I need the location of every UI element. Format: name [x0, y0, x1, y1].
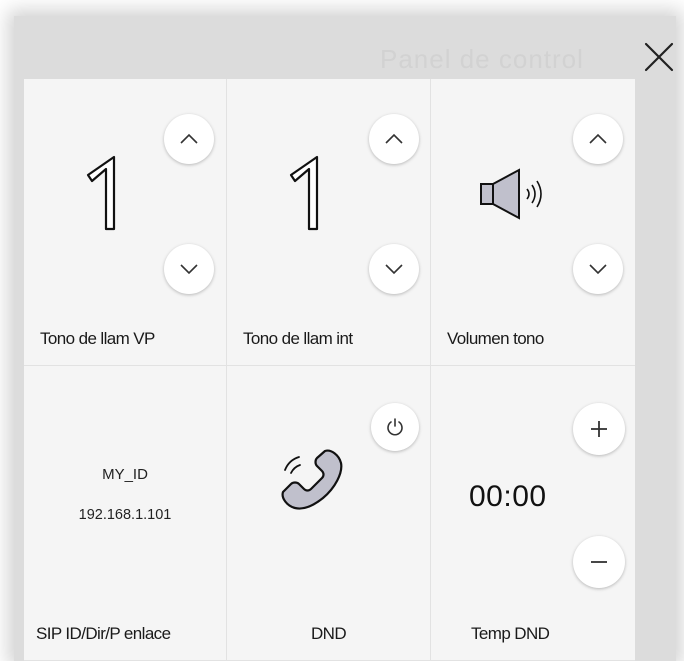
- chevron-up-icon: [385, 133, 403, 144]
- vp-ringtone-up-button[interactable]: [164, 114, 214, 164]
- chevron-down-icon: [180, 264, 198, 275]
- dnd-timer-label: Temp DND: [471, 624, 550, 643]
- ringtone-number-graphic: [86, 155, 116, 231]
- int-ringtone-down-button[interactable]: [369, 244, 419, 294]
- speaker-icon: [480, 168, 542, 220]
- dnd-timer-decrease-button[interactable]: [573, 536, 625, 588]
- int-ringtone-up-button[interactable]: [369, 114, 419, 164]
- sip-id: MY_ID: [102, 466, 148, 483]
- power-icon: [387, 418, 403, 436]
- vp-ringtone-down-button[interactable]: [164, 244, 214, 294]
- chevron-up-icon: [180, 133, 198, 144]
- chevron-down-icon: [385, 264, 403, 275]
- settings-grid: 1 Tono de llam VP 1 Tono de llam int: [24, 79, 635, 661]
- cell-sip: MY_ID 192.168.1.101 SIP ID/Dir/P enlace: [24, 366, 227, 661]
- ringtone-number-graphic: [289, 155, 319, 231]
- chevron-up-icon: [589, 133, 607, 144]
- dnd-timer-increase-button[interactable]: [573, 403, 625, 455]
- minus-icon: [591, 561, 607, 563]
- cell-int-ringtone: 1 Tono de llam int: [227, 79, 431, 366]
- volume-up-button[interactable]: [573, 114, 623, 164]
- volume-down-button[interactable]: [573, 244, 623, 294]
- volume-label: Volumen tono: [447, 329, 544, 348]
- dnd-label: DND: [310, 624, 347, 643]
- dnd-timer-value: 00:00: [469, 480, 547, 513]
- cell-volume: Volumen tono: [431, 79, 635, 366]
- cell-dnd-timer: 00:00 Temp DND: [431, 366, 635, 661]
- int-ringtone-label: Tono de llam int: [243, 329, 353, 348]
- sip-label: SIP ID/Dir/P enlace: [36, 624, 171, 643]
- cell-dnd: DND: [227, 366, 431, 661]
- dnd-power-button[interactable]: [371, 403, 419, 451]
- plus-icon: [591, 421, 607, 437]
- phone-icon: [281, 449, 343, 510]
- cell-vp-ringtone: 1 Tono de llam VP: [24, 79, 227, 366]
- chevron-down-icon: [589, 264, 607, 275]
- close-icon[interactable]: [640, 38, 678, 76]
- vp-ringtone-label: Tono de llam VP: [40, 329, 155, 348]
- backdrop-title: Panel de control: [380, 44, 584, 74]
- sip-address: 192.168.1.101: [78, 507, 172, 523]
